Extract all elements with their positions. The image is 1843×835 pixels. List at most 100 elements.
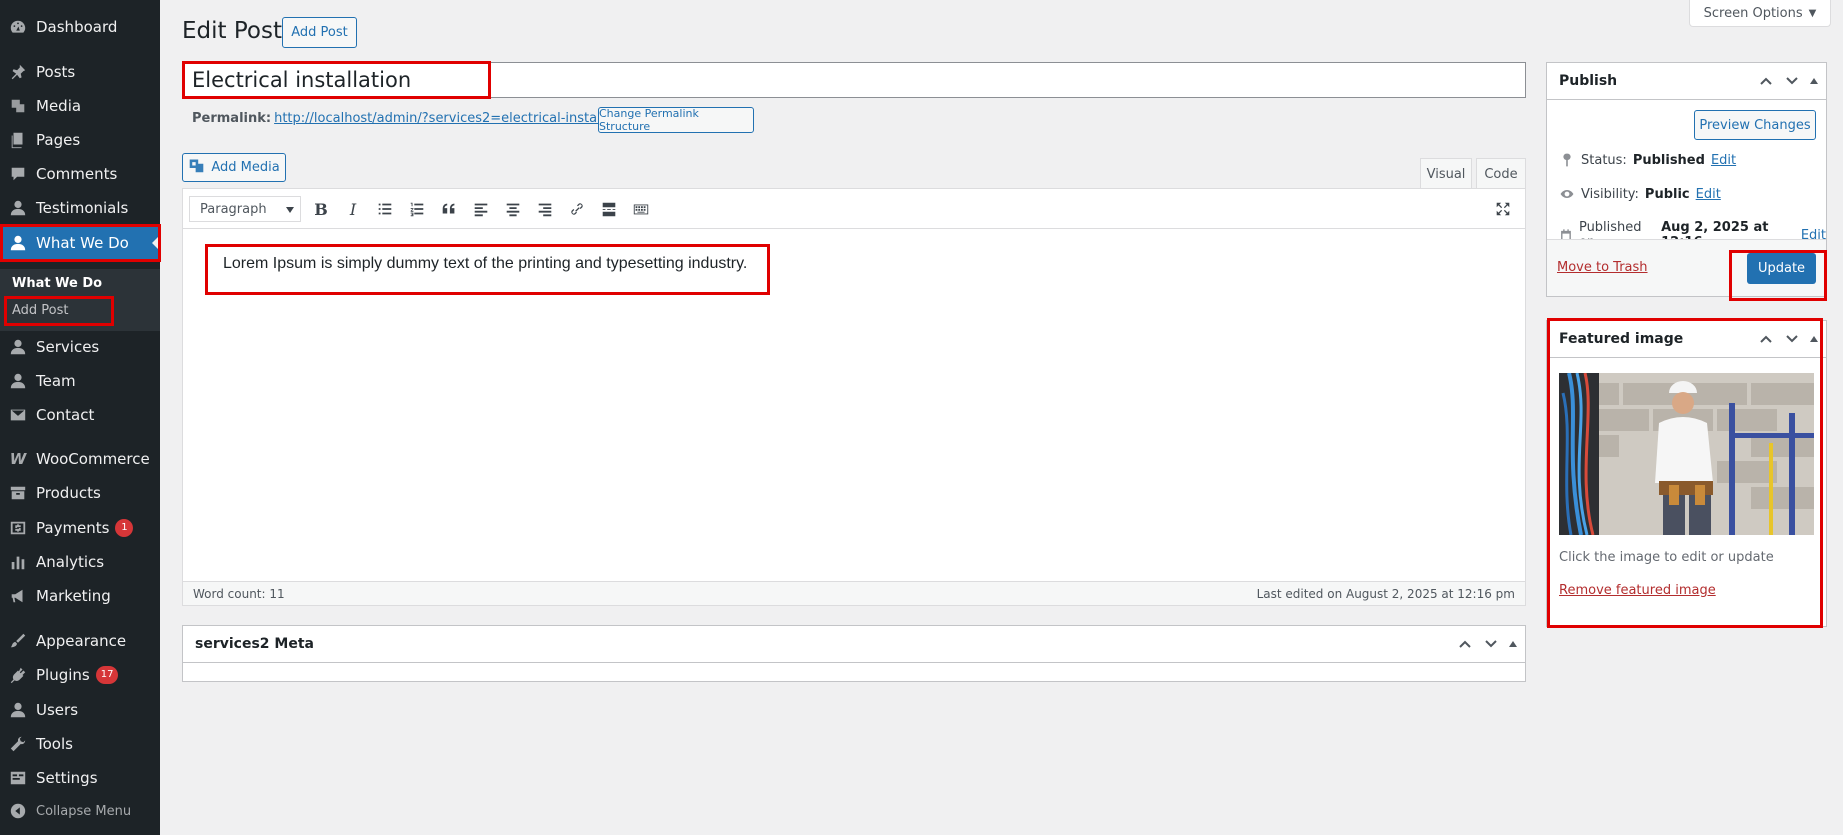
mail-icon (0, 406, 36, 424)
word-count: Word count: 11 (193, 586, 285, 601)
featured-box-controls (1758, 331, 1818, 347)
chevron-down-icon[interactable] (1784, 73, 1800, 89)
featured-image[interactable] (1559, 373, 1814, 535)
megaphone-icon (0, 587, 36, 605)
add-media-button[interactable]: Add Media (182, 153, 286, 182)
preview-changes-button[interactable]: Preview Changes (1694, 110, 1816, 140)
numbered-list-icon[interactable] (407, 199, 427, 219)
publish-box-controls (1758, 73, 1818, 89)
tab-visual[interactable]: Visual (1420, 158, 1472, 190)
sidebar-item-pages[interactable]: Pages (0, 123, 160, 157)
editor-status-bar: Word count: 11 Last edited on August 2, … (183, 581, 1525, 605)
link-icon[interactable] (567, 199, 587, 219)
post-title-text: Electrical installation (192, 68, 412, 92)
format-select[interactable]: Paragraph (189, 196, 301, 222)
sidebar-item-what-we-do[interactable]: What We Do (0, 226, 160, 260)
align-right-icon[interactable] (535, 199, 555, 219)
sidebar-item-team[interactable]: Team (0, 364, 160, 398)
sidebar-item-dashboard[interactable]: Dashboard (0, 10, 160, 44)
meta-box-title: services2 Meta (195, 636, 314, 652)
media-icon (0, 97, 36, 115)
align-left-icon[interactable] (471, 199, 491, 219)
editor-content[interactable]: Lorem Ipsum is simply dummy text of the … (223, 255, 747, 273)
brush-icon (0, 632, 36, 650)
move-to-trash-link[interactable]: Move to Trash (1557, 260, 1648, 275)
sidebar-item-posts[interactable]: Posts (0, 55, 160, 89)
sidebar-item-users[interactable]: Users (0, 693, 160, 727)
sidebar-item-tools[interactable]: Tools (0, 727, 160, 761)
read-more-icon[interactable] (599, 199, 619, 219)
sidebar-item-media[interactable]: Media (0, 89, 160, 123)
payments-badge: 1 (115, 519, 134, 537)
admin-sidebar: Dashboard Posts Media Pages Comments Tes… (0, 0, 160, 835)
sidebar-item-testimonials[interactable]: Testimonials (0, 191, 160, 225)
add-media-label: Add Media (211, 160, 280, 175)
bullet-list-icon[interactable] (375, 199, 395, 219)
update-button[interactable]: Update (1747, 253, 1816, 284)
permalink-link[interactable]: http://localhost/admin/?services2=electr… (274, 111, 650, 126)
status-edit-link[interactable]: Edit (1711, 153, 1736, 168)
remove-featured-image-link[interactable]: Remove featured image (1559, 583, 1716, 598)
toolbar-toggle-icon[interactable] (631, 199, 651, 219)
chevron-up-icon[interactable] (1457, 636, 1473, 652)
submenu-item-add-post[interactable]: Add Post (12, 303, 69, 318)
chevron-up-icon[interactable] (1758, 331, 1774, 347)
post-title-input[interactable]: Electrical installation (182, 62, 1526, 98)
sidebar-item-analytics[interactable]: Analytics (0, 545, 160, 579)
sidebar-item-woocommerce[interactable]: W WooCommerce (0, 442, 160, 476)
fullscreen-icon[interactable] (1493, 199, 1513, 219)
user-icon (0, 701, 36, 719)
user-icon (0, 199, 36, 217)
visibility-label: Visibility: (1581, 186, 1639, 202)
meta-box-header[interactable]: services2 Meta (183, 626, 1525, 663)
electrician-photo (1559, 373, 1814, 535)
sidebar-item-marketing[interactable]: Marketing (0, 579, 160, 613)
archive-icon (0, 484, 36, 502)
submenu-item-what-we-do[interactable]: What We Do (12, 276, 102, 291)
sidebar-item-products[interactable]: Products (0, 476, 160, 510)
status-value: Published (1632, 152, 1705, 168)
collapse-menu-button[interactable]: Collapse Menu (0, 794, 160, 828)
tab-code[interactable]: Code (1476, 158, 1526, 189)
chart-icon (0, 553, 36, 571)
sidebar-item-settings[interactable]: Settings (0, 761, 160, 795)
screen-options-button[interactable]: Screen Options ▼ (1689, 0, 1831, 27)
chevron-down-icon[interactable] (1483, 636, 1499, 652)
featured-box-header[interactable]: Featured image (1547, 321, 1826, 358)
content-editor: Paragraph B I Lorem Ipsum is simply dumm… (182, 188, 1526, 606)
pin-icon (0, 63, 36, 81)
woo-icon: W (9, 450, 27, 468)
user-icon (0, 372, 36, 390)
sidebar-item-appearance[interactable]: Appearance (0, 624, 160, 658)
visibility-row: Visibility: Public Edit (1559, 186, 1721, 202)
visibility-edit-link[interactable]: Edit (1696, 187, 1721, 202)
toggle-panel-icon[interactable] (1509, 641, 1517, 647)
publish-box-header[interactable]: Publish (1547, 63, 1826, 100)
sidebar-item-payments[interactable]: Payments 1 (0, 511, 160, 545)
pages-icon (0, 131, 36, 149)
dashboard-icon (0, 18, 36, 36)
quote-icon[interactable] (439, 199, 459, 219)
status-row: Status: Published Edit (1559, 152, 1736, 168)
active-menu-arrow (152, 235, 160, 251)
toggle-panel-icon[interactable] (1810, 336, 1818, 342)
publish-footer: Move to Trash Update (1547, 239, 1826, 296)
align-center-icon[interactable] (503, 199, 523, 219)
featured-caption: Click the image to edit or update (1559, 550, 1774, 565)
user-icon (0, 234, 36, 252)
permalink-row: Permalink: http://localhost/admin/?servi… (192, 111, 650, 126)
sidebar-item-services[interactable]: Services (0, 330, 160, 364)
publish-title: Publish (1559, 73, 1618, 89)
add-post-button[interactable]: Add Post (282, 17, 357, 48)
sidebar-item-contact[interactable]: Contact (0, 398, 160, 432)
italic-icon[interactable]: I (343, 199, 363, 219)
plugins-badge: 17 (95, 666, 119, 684)
sidebar-item-plugins[interactable]: Plugins 17 (0, 658, 160, 692)
sidebar-item-comments[interactable]: Comments (0, 157, 160, 191)
chevron-down-icon[interactable] (1784, 331, 1800, 347)
change-permalink-button[interactable]: Change Permalink Structure (598, 107, 754, 133)
page-title: Edit Post (182, 18, 282, 44)
bold-icon[interactable]: B (311, 199, 331, 219)
toggle-panel-icon[interactable] (1810, 78, 1818, 84)
chevron-up-icon[interactable] (1758, 73, 1774, 89)
